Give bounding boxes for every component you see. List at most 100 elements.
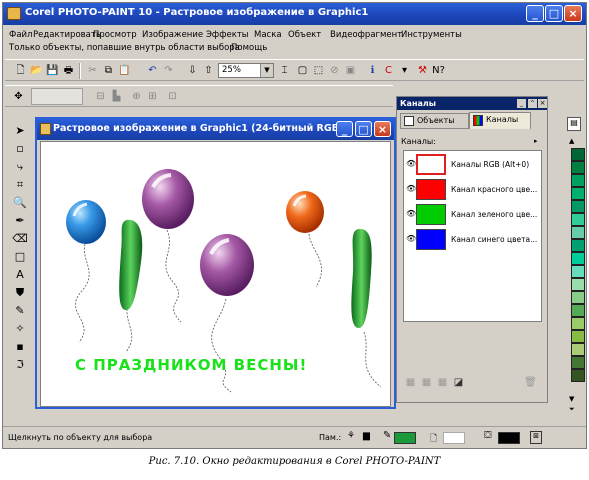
doc-minimize-button[interactable]: _ [336,121,353,137]
palette-swatch[interactable] [571,239,585,252]
mask-icon[interactable]: ⊘ [327,63,342,78]
redo-icon[interactable]: ↷ [161,63,176,78]
eyedropper-icon[interactable]: ✒ [12,212,28,230]
menu-movie[interactable]: Видеофрагмент [330,30,402,40]
tab-objects[interactable]: Объекты [400,113,469,129]
palette-swatch[interactable] [571,265,585,278]
channel-row-green[interactable]: 👁 Канал зеленого цве... [406,204,540,226]
docker-close-icon[interactable]: × [538,99,547,108]
fill-options-icon[interactable]: ⊠ [530,431,542,444]
palette-swatch[interactable] [571,226,585,239]
palette-swatch[interactable] [571,304,585,317]
close-button[interactable]: × [564,5,582,22]
object-marquee-icon[interactable]: ⬚ [311,63,326,78]
move-icon[interactable]: ✥ [11,89,26,104]
freehand-mask-icon[interactable]: ⤷ [12,158,28,176]
paper-color-swatch[interactable] [443,432,465,444]
palette-swatch[interactable] [571,200,585,213]
menu-help[interactable]: Помощь [231,43,267,53]
palette-swatch[interactable] [571,343,585,356]
menu-tools[interactable]: Инструменты [401,30,462,40]
position-fields[interactable] [31,88,83,105]
channel-row-blue[interactable]: 👁 Канал синего цвета... [406,229,540,251]
open-icon[interactable]: 📂 [29,63,44,78]
load-channel-icon[interactable]: ▦ [435,375,450,390]
palette-swatch[interactable] [571,369,585,382]
palette-swatch[interactable] [571,213,585,226]
combine-icon[interactable]: ⊞ [145,89,160,104]
menu-view[interactable]: Просмотр [93,30,137,40]
image-canvas[interactable]: С ПРАЗДНИКОМ ВЕСНЫ! [40,141,391,407]
image-sprayer-icon[interactable]: ℑ [12,356,28,374]
channel-row-rgb[interactable]: 👁 Каналы RGB (Alt+0) [406,154,540,176]
zoom-combo[interactable]: 25% ▼ [218,63,274,78]
menu-effects[interactable]: Эффекты [206,30,249,40]
save-icon[interactable]: 💾 [45,63,60,78]
lock-icon[interactable]: ⊟ [93,89,108,104]
doc-maximize-button[interactable]: □ [355,121,372,137]
eye-icon[interactable]: 👁 [406,210,416,218]
mask-overlay-icon[interactable]: ▣ [343,63,358,78]
fill-color-swatch[interactable] [498,432,520,444]
arrange-icon[interactable]: ⊡ [165,89,180,104]
copy-icon[interactable]: ⧉ [101,63,116,78]
effect-tool-icon[interactable]: ✧ [12,320,28,338]
corel-icon[interactable]: C [381,63,396,78]
docker-minimize-icon[interactable]: _ [517,99,526,108]
transform-icon[interactable]: ⊕ [129,89,144,104]
menu-mask[interactable]: Маска [254,30,282,40]
undo-icon[interactable]: ↶ [145,63,160,78]
palette-swatch[interactable] [571,291,585,304]
whats-this-icon[interactable]: N? [431,63,446,78]
rectangle-tool-icon[interactable]: □ [12,248,28,266]
paste-icon[interactable]: 📋 [117,63,132,78]
palette-scroll-end-icon[interactable]: ⏷ [569,405,575,414]
tab-channels[interactable]: Каналы [469,112,531,129]
paint-color-swatch[interactable] [394,432,416,444]
new-icon[interactable]: 🗋 [13,63,28,78]
eye-icon[interactable]: 👁 [406,185,416,193]
docker-menu-arrow-icon[interactable]: ▸ [534,137,538,145]
palette-swatch[interactable] [571,330,585,343]
marquee-icon[interactable]: ▢ [295,63,310,78]
palette-swatch[interactable] [571,356,585,369]
text-tool-icon[interactable]: A [12,266,28,284]
palette-scroll-up-icon[interactable]: ▲ [569,137,574,145]
palette-menu-icon[interactable]: ▤ [567,117,581,131]
palette-swatch[interactable] [571,317,585,330]
zoom-fit-icon[interactable]: ⌶ [277,63,292,78]
clone-tool-icon[interactable]: ▪ [12,338,28,356]
minimize-button[interactable]: _ [526,5,544,22]
eye-icon[interactable]: 👁 [406,160,416,168]
channel-mask-icon[interactable]: ◪ [451,375,466,390]
maximize-button[interactable]: □ [545,5,563,22]
menu-object[interactable]: Объект [288,30,321,40]
application-launcher-icon[interactable]: ▾ [397,63,412,78]
import-icon[interactable]: ⇩ [185,63,200,78]
menu-edit[interactable]: Редактировать [33,30,101,40]
menu-window[interactable]: Только объекты, попавшие внутрь области … [9,43,240,53]
menu-image[interactable]: Изображение [142,30,203,40]
palette-swatch[interactable] [571,252,585,265]
chevron-down-icon[interactable]: ▼ [260,64,273,77]
palette-swatch[interactable] [571,278,585,291]
docker-rollup-icon[interactable]: ^ [528,99,537,108]
save-channel-icon[interactable]: ▦ [419,375,434,390]
channel-row-red[interactable]: 👁 Канал красного цве... [406,179,540,201]
eraser-icon[interactable]: ⌫ [12,230,28,248]
doc-close-button[interactable]: × [374,121,391,137]
new-channel-icon[interactable]: ▦ [403,375,418,390]
zoom-tool-icon[interactable]: 🔍 [12,194,28,212]
palette-swatch[interactable] [571,161,585,174]
print-icon[interactable]: 🖶 [61,63,76,78]
palette-swatch[interactable] [571,187,585,200]
export-icon[interactable]: ⇧ [201,63,216,78]
palette-swatch[interactable] [571,148,585,161]
pick-tool-icon[interactable]: ➤ [12,122,28,140]
menu-file[interactable]: Файл [9,30,32,40]
paint-tool-icon[interactable]: ✎ [12,302,28,320]
align-icon[interactable]: ▙ [109,89,124,104]
fill-tool-icon[interactable]: ⛊ [12,284,28,302]
palette-swatch[interactable] [571,174,585,187]
crop-tool-icon[interactable]: ⌗ [12,176,28,194]
